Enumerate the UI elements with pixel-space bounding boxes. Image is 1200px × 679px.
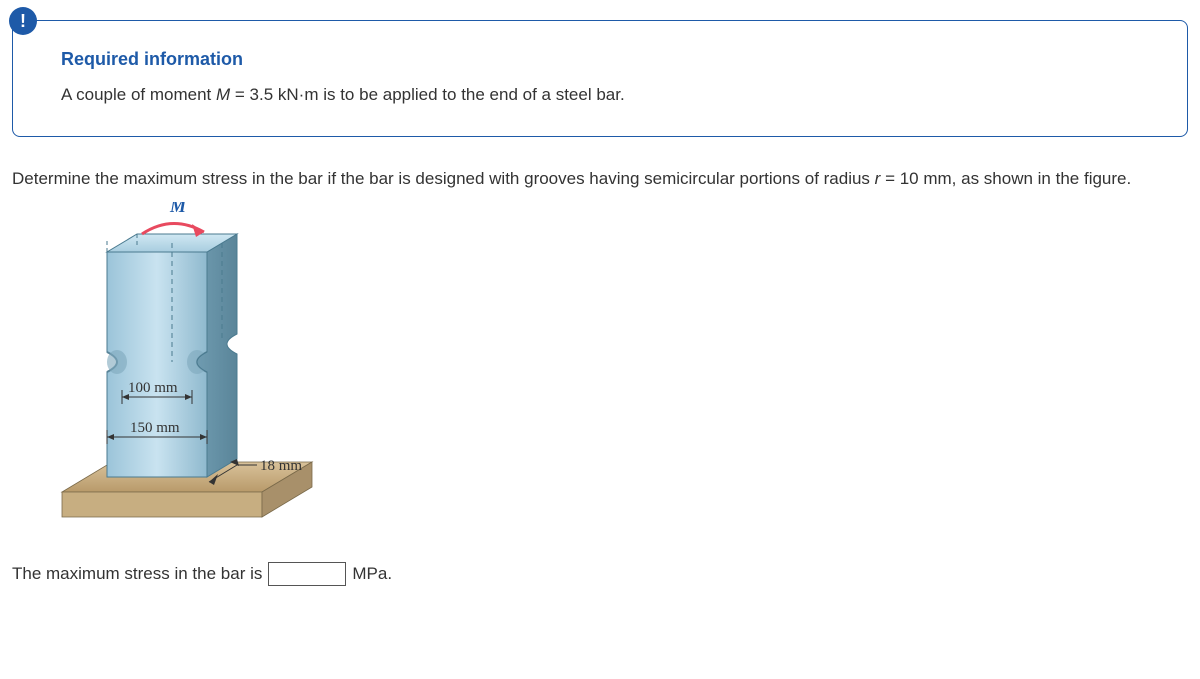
dim-100-text: 100 mm: [128, 380, 178, 396]
stress-input[interactable]: [268, 562, 346, 586]
answer-unit: MPa.: [352, 564, 392, 584]
base-front: [62, 492, 262, 517]
alert-icon: !: [9, 7, 37, 35]
required-heading: Required information: [61, 49, 1139, 70]
bar-diagram: M 100 mm 150 mm 18 mm: [42, 202, 342, 532]
question-prefix: Determine the maximum stress in the bar …: [12, 169, 875, 188]
alert-icon-glyph: !: [20, 11, 26, 32]
dim-150-text: 150 mm: [130, 420, 180, 436]
question-suffix: = 10 mm, as shown in the figure.: [880, 169, 1131, 188]
info-text: A couple of moment M = 3.5 kN·m is to be…: [61, 82, 1139, 108]
question-text: Determine the maximum stress in the bar …: [12, 165, 1188, 192]
info-text-prefix: A couple of moment: [61, 85, 216, 104]
bar-diagram-svg: M 100 mm 150 mm 18 mm: [42, 202, 342, 532]
label-M: M: [169, 202, 187, 216]
answer-prefix: The maximum stress in the bar is: [12, 564, 262, 584]
info-text-var: M: [216, 85, 230, 104]
dim-18-text: 18 mm: [260, 458, 302, 474]
info-text-suffix: = 3.5 kN·m is to be applied to the end o…: [230, 85, 625, 104]
answer-row: The maximum stress in the bar is MPa.: [12, 562, 1188, 586]
required-info-box: ! Required information A couple of momen…: [12, 20, 1188, 137]
left-groove-fill: [107, 350, 127, 374]
